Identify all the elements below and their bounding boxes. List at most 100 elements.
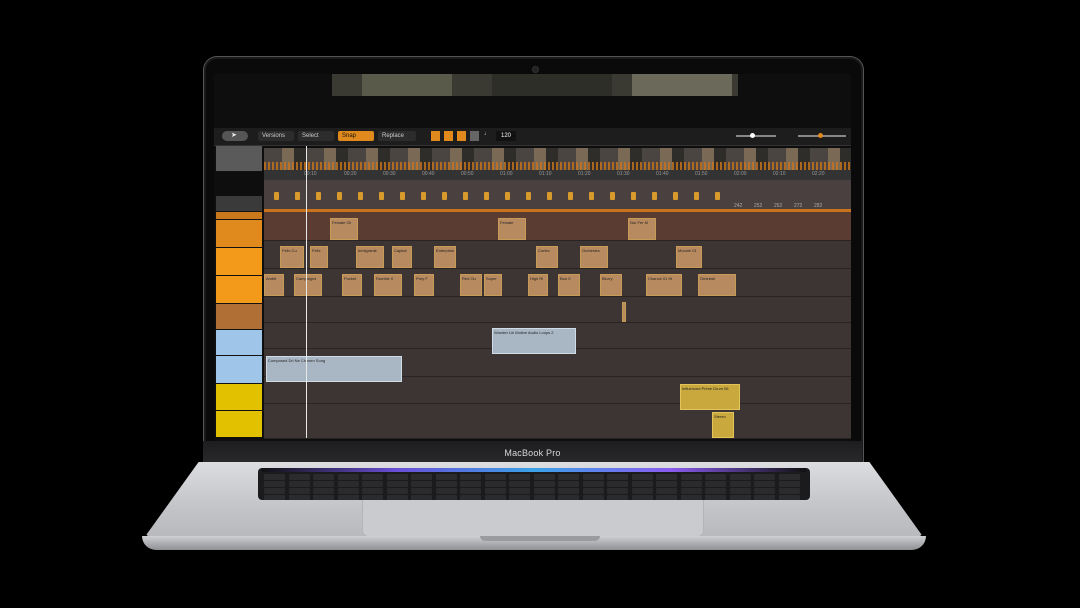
- marker-pin[interactable]: [295, 192, 300, 200]
- marker-pin[interactable]: [568, 192, 573, 200]
- audio-clip[interactable]: Influenced Prime Drum 06: [680, 384, 740, 410]
- ruler-tick: 02:20: [812, 171, 825, 177]
- audio-clip[interactable]: Stereo: [712, 412, 734, 438]
- keyboard-key: [705, 474, 726, 480]
- track-header[interactable]: [216, 304, 262, 330]
- keyboard-key: [631, 488, 653, 494]
- audio-clip[interactable]: Prey F: [414, 274, 434, 296]
- marker-pin[interactable]: [694, 192, 699, 200]
- audio-clip[interactable]: Orchestra: [580, 246, 608, 268]
- ruler-tick: 01:40: [656, 171, 669, 177]
- marker-pin[interactable]: [715, 192, 720, 200]
- audio-clip[interactable]: Rumble 0: [374, 274, 402, 296]
- track-header[interactable]: [216, 212, 262, 220]
- playhead[interactable]: [306, 146, 307, 438]
- snap-dropdown[interactable]: Snap: [338, 131, 374, 141]
- track-header[interactable]: [216, 276, 262, 304]
- keyboard-key: [754, 481, 775, 487]
- marker-lane[interactable]: 242 252 262 272 282: [264, 180, 851, 212]
- track-header[interactable]: [216, 220, 262, 248]
- zoom-horizontal-slider[interactable]: [798, 133, 846, 138]
- marker-pin[interactable]: [526, 192, 531, 200]
- track-header[interactable]: [216, 411, 262, 438]
- audio-clip[interactable]: Chance 01 Hi: [646, 274, 682, 296]
- keyboard-key: [705, 495, 726, 500]
- marker-pin[interactable]: [589, 192, 594, 200]
- video-track-header[interactable]: [216, 146, 262, 172]
- versions-dropdown[interactable]: Versions: [258, 131, 294, 141]
- replace-dropdown[interactable]: Replace: [378, 131, 416, 141]
- keyboard-key: [778, 488, 800, 494]
- loop-icon[interactable]: [444, 131, 453, 141]
- keyboard-key: [460, 474, 481, 480]
- marker-pin[interactable]: [673, 192, 678, 200]
- ruler-tick: 01:10: [539, 171, 552, 177]
- keyboard-key: [460, 481, 481, 487]
- keyboard-key: [288, 488, 310, 494]
- audio-clip[interactable]: Pocket: [342, 274, 362, 296]
- metronome-icon[interactable]: [457, 131, 466, 141]
- audio-clip[interactable]: Composed Dri Ne Chosen Song: [266, 356, 402, 382]
- master-header[interactable]: [216, 196, 262, 212]
- audio-clip[interactable]: Campaigns: [294, 274, 322, 296]
- marker-pin[interactable]: [442, 192, 447, 200]
- audio-clip[interactable]: Capital: [392, 246, 412, 268]
- track-header[interactable]: [216, 384, 262, 411]
- keyboard-key: [607, 488, 628, 494]
- audio-clip[interactable]: Felix: [310, 246, 328, 268]
- audio-clip[interactable]: Female: [498, 218, 526, 240]
- audio-clip[interactable]: Ominiati: [698, 274, 736, 296]
- video-preview: [332, 74, 738, 96]
- keyboard-key: [337, 488, 359, 494]
- audio-clip[interactable]: Cortex: [536, 246, 558, 268]
- tempo-field[interactable]: 120: [496, 131, 516, 141]
- pointer-tool-button[interactable]: ➤: [222, 131, 248, 141]
- track-header[interactable]: [216, 356, 262, 384]
- time-ruler[interactable]: 00:10 00:20 00:30 00:40 00:50 01:00 01:1…: [264, 170, 851, 180]
- record-icon[interactable]: [470, 131, 479, 141]
- audio-clip[interactable]: Blurry: [600, 274, 622, 296]
- marker-pin[interactable]: [337, 192, 342, 200]
- audio-clip[interactable]: [622, 302, 626, 322]
- keyboard-key: [509, 481, 530, 487]
- select-dropdown[interactable]: Select: [298, 131, 334, 141]
- marker-pin[interactable]: [610, 192, 615, 200]
- marker-pin[interactable]: [505, 192, 510, 200]
- audio-clip[interactable]: Inmigrante: [356, 246, 384, 268]
- audio-clip[interactable]: Female Cli: [330, 218, 358, 240]
- marker-pin[interactable]: [484, 192, 489, 200]
- audio-clip[interactable]: Wonder Lik Motive Audio Loops 2: [492, 328, 576, 354]
- snap-icon[interactable]: [431, 131, 440, 141]
- video-filmstrip[interactable]: [264, 148, 851, 170]
- track-header[interactable]: [216, 330, 262, 356]
- keyboard-key: [680, 474, 702, 480]
- marker-pin[interactable]: [463, 192, 468, 200]
- marker-pin[interactable]: [547, 192, 552, 200]
- touch-bar: [262, 468, 806, 472]
- audio-clip[interactable]: Red Ou: [460, 274, 482, 296]
- track-header[interactable]: [216, 248, 262, 276]
- keyboard-key: [533, 481, 555, 487]
- keyboard-key: [264, 474, 285, 480]
- audio-clip[interactable]: Moonie 01: [676, 246, 702, 268]
- tracks-area[interactable]: Female Cli Female Nor Fer M Felix Cu Fel…: [264, 212, 851, 439]
- audio-clip[interactable]: Super: [484, 274, 502, 296]
- keyboard-key: [313, 495, 334, 500]
- marker-pin[interactable]: [358, 192, 363, 200]
- laptop-brand-label: MacBook Pro: [504, 448, 561, 458]
- marker-pin[interactable]: [316, 192, 321, 200]
- marker-pin[interactable]: [274, 192, 279, 200]
- keyboard-key: [435, 481, 457, 487]
- marker-pin[interactable]: [421, 192, 426, 200]
- marker-pin[interactable]: [379, 192, 384, 200]
- audio-clip[interactable]: High Ri: [528, 274, 548, 296]
- zoom-vertical-slider[interactable]: [736, 133, 776, 138]
- audio-clip[interactable]: Boo 0: [558, 274, 580, 296]
- audio-clip[interactable]: Felix Cu: [280, 246, 304, 268]
- marker-pin[interactable]: [631, 192, 636, 200]
- audio-clip[interactable]: Enterprise: [434, 246, 456, 268]
- audio-clip[interactable]: Nor Fer M: [628, 218, 656, 240]
- marker-pin[interactable]: [652, 192, 657, 200]
- marker-pin[interactable]: [400, 192, 405, 200]
- audio-clip[interactable]: Ambit: [264, 274, 284, 296]
